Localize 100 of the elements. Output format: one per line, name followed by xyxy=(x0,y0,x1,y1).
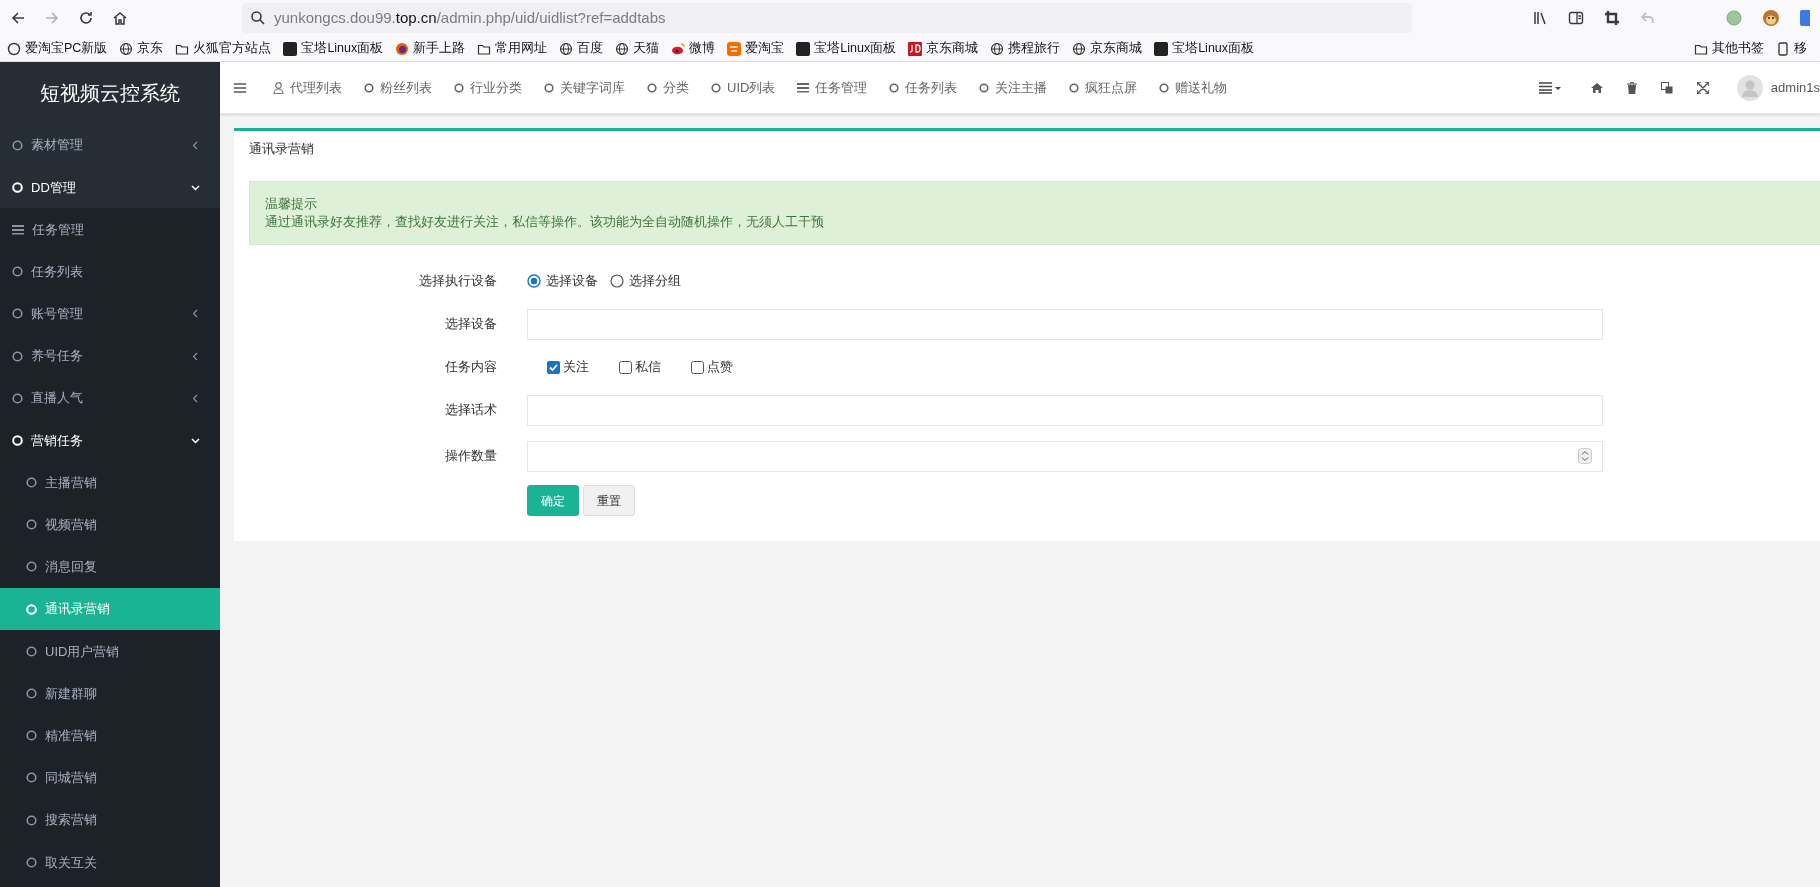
checkbox-option[interactable]: 私信 xyxy=(619,357,661,377)
circle-icon xyxy=(647,82,657,93)
circle-icon xyxy=(26,603,37,615)
bookmark-link[interactable]: 宝塔Linux面板 xyxy=(280,39,387,58)
form-button[interactable]: 重置 xyxy=(583,485,635,516)
bookmark-link[interactable]: 火狐官方站点 xyxy=(172,39,275,58)
input-field[interactable] xyxy=(527,394,1603,426)
jd-logo-icon xyxy=(908,41,923,56)
circle-icon xyxy=(26,856,37,868)
nav-link[interactable]: 行业分类 xyxy=(443,77,533,98)
app-title: 短视频云控系统 xyxy=(40,81,180,106)
list-dropdown-icon[interactable] xyxy=(1538,81,1561,94)
nav-link[interactable]: 分类 xyxy=(636,77,700,98)
address-bar[interactable]: yunkongcs.dou99.top.cn/admin.php/uid/uidlist?ref=addtabs xyxy=(242,3,1412,33)
sidebar-item[interactable]: 视频营销 xyxy=(0,503,220,546)
monkey-icon[interactable] xyxy=(1762,9,1780,27)
reload-icon[interactable] xyxy=(78,10,94,26)
circle-icon xyxy=(12,139,23,151)
bookmark-link[interactable]: 宝塔Linux面板 xyxy=(1151,39,1258,58)
bookmark-link[interactable]: 携程旅行 xyxy=(987,39,1064,58)
list-icon xyxy=(12,223,24,235)
person-icon xyxy=(273,81,284,94)
sidebar-item[interactable]: 素材管理 xyxy=(0,124,220,167)
bookmark-link[interactable]: 新手上路 xyxy=(392,39,469,58)
sidebar-item[interactable]: 账号管理 xyxy=(0,292,220,335)
sidebar-icon[interactable] xyxy=(1568,10,1584,26)
circle-icon xyxy=(26,772,37,784)
menu-icon[interactable] xyxy=(234,82,246,93)
library-icon[interactable] xyxy=(1532,10,1548,26)
input-field[interactable] xyxy=(527,308,1603,340)
sidebar-item[interactable]: UID用户营销 xyxy=(0,630,220,673)
sidebar-item[interactable]: 养号任务 xyxy=(0,334,220,378)
crop-icon[interactable] xyxy=(1604,10,1620,26)
sidebar-item[interactable]: 主播营销 xyxy=(0,461,220,504)
circle-icon xyxy=(26,477,37,489)
panel-title: 通讯录营销 xyxy=(249,140,314,159)
circle-icon xyxy=(12,392,23,404)
circle-icon xyxy=(454,82,464,93)
field-label: 操作数量 xyxy=(444,447,498,466)
circle-icon xyxy=(979,82,990,93)
nav-link[interactable]: 任务列表 xyxy=(878,77,969,98)
nav-link[interactable]: 赠送礼物 xyxy=(1148,77,1239,98)
radio-option[interactable]: 选择分组 xyxy=(610,271,681,291)
bookmark-link[interactable]: 移 xyxy=(1773,39,1810,58)
sidebar-item[interactable]: 消息回复 xyxy=(0,545,220,589)
sidebar-item[interactable]: DD管理 xyxy=(0,166,220,209)
nav-link[interactable]: 关注主播 xyxy=(968,77,1059,98)
circle-icon xyxy=(26,561,37,573)
checkbox-option[interactable]: 点赞 xyxy=(691,357,733,377)
circle-icon xyxy=(26,814,37,826)
globe-icon xyxy=(615,41,630,56)
bookmark-link[interactable]: 宝塔Linux面板 xyxy=(793,39,900,58)
chevron-icon xyxy=(191,435,200,445)
sidebar-item[interactable]: 精准营销 xyxy=(0,714,220,757)
bookmark-link[interactable]: 常用网址 xyxy=(474,39,551,58)
bookmark-link[interactable]: 爱淘宝 xyxy=(724,39,788,58)
phone-icon xyxy=(1776,41,1790,56)
nav-link[interactable]: 任务管理 xyxy=(786,77,879,98)
globe-icon xyxy=(990,41,1005,56)
username[interactable]: admin1s xyxy=(1770,77,1820,98)
radio-option[interactable]: 选择设备 xyxy=(527,271,598,291)
home-icon[interactable] xyxy=(1590,81,1603,94)
taobao-logo-icon xyxy=(727,41,742,56)
sidebar-item[interactable]: 任务列表 xyxy=(0,250,220,293)
back-icon[interactable] xyxy=(10,10,26,26)
circle-icon xyxy=(26,645,37,657)
circle-icon xyxy=(889,82,900,93)
input-field[interactable] xyxy=(527,440,1603,472)
sidebar-item[interactable]: 任务管理 xyxy=(0,208,220,251)
nav-link[interactable]: 疯狂点屏 xyxy=(1058,77,1149,98)
sidebar-item[interactable]: 同城营销 xyxy=(0,756,220,799)
notice-text: 通过通讯录好友推荐，查找好友进行关注，私信等操作。该功能为全自动随机操作，无须人工干预 xyxy=(265,213,825,231)
sidebar-item[interactable]: 新建群聊 xyxy=(0,672,220,715)
trash-icon[interactable] xyxy=(1626,81,1637,94)
circle-icon xyxy=(364,82,374,93)
bookmark-link[interactable]: 其他书签 xyxy=(1691,39,1767,58)
home-icon[interactable] xyxy=(112,10,128,26)
chevron-icon xyxy=(191,351,200,361)
nav-link[interactable]: UID列表 xyxy=(700,77,787,98)
search-icon xyxy=(250,10,266,26)
bookmark-link[interactable]: 京东 xyxy=(116,39,167,58)
circle-icon xyxy=(711,82,721,93)
nav-link[interactable]: 代理列表 xyxy=(262,77,353,98)
bookmark-link[interactable]: 京东商城 xyxy=(905,39,982,58)
sidebar-item[interactable]: 直播人气 xyxy=(0,377,220,420)
sidebar-item[interactable]: 取关互关 xyxy=(0,841,220,884)
checkbox-option[interactable]: 关注 xyxy=(547,357,589,377)
bookmark-link[interactable]: 京东商城 xyxy=(1069,39,1146,58)
bookmark-link[interactable]: 百度 xyxy=(556,39,607,58)
sidebar-item[interactable]: 营销任务 xyxy=(0,419,220,462)
url-text: yunkongcs.dou99.top.cn/admin.php/uid/uidlist?ref=addtabs xyxy=(274,7,666,28)
nav-link[interactable]: 关键字词库 xyxy=(533,77,636,98)
nav-link[interactable]: 粉丝列表 xyxy=(353,77,443,98)
bookmark-link[interactable]: 爱淘宝PC新版 xyxy=(4,39,111,58)
circle-icon xyxy=(12,181,23,193)
fullscreen-icon[interactable] xyxy=(1696,81,1709,94)
bookmark-link[interactable]: 微博 xyxy=(668,39,719,58)
bookmark-link[interactable]: 天猫 xyxy=(612,39,663,58)
chevron-icon xyxy=(191,393,200,403)
sidebar-item[interactable]: 搜索营销 xyxy=(0,799,220,842)
